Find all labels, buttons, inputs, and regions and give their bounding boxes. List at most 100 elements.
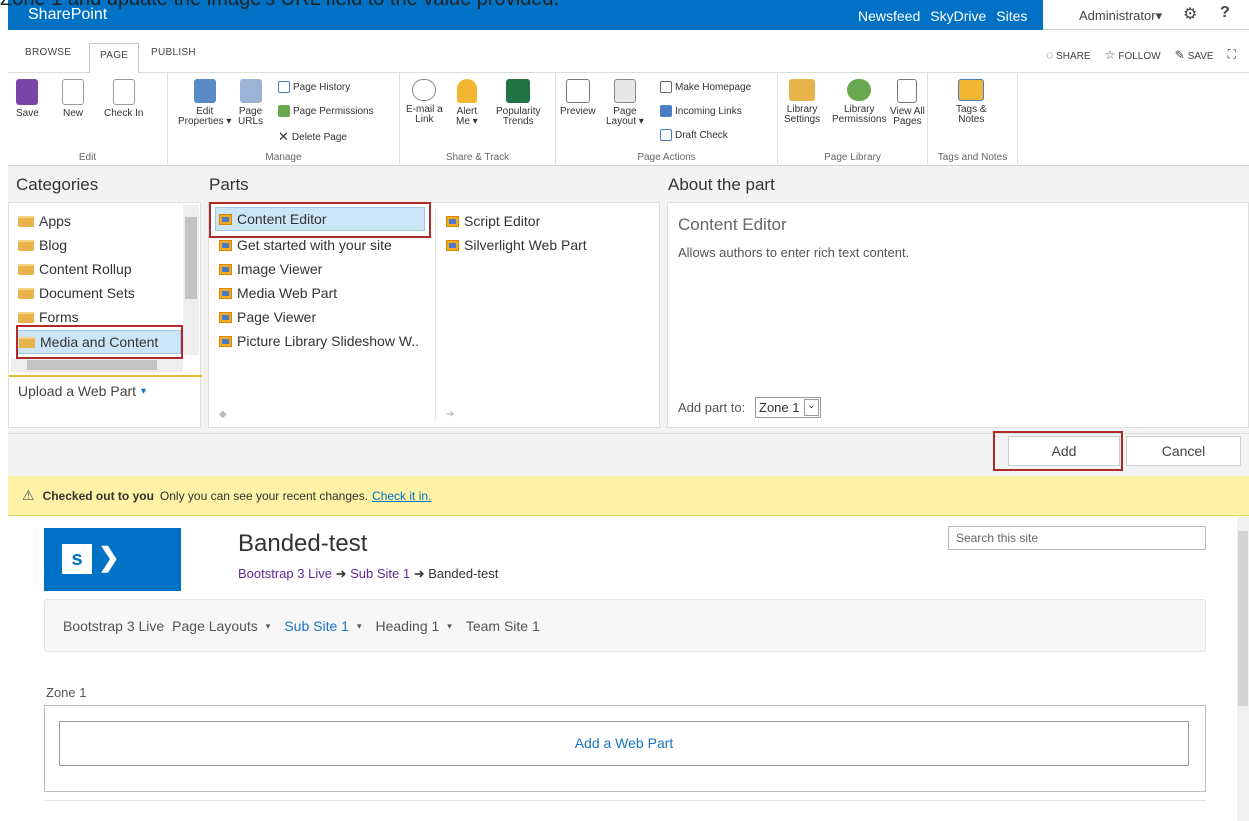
part-get-started[interactable]: Get started with your site [219,237,392,253]
page-permissions-button[interactable]: Page Permissions [278,105,374,117]
page-layout-button[interactable]: Page Layout ▾ [606,79,644,127]
category-apps[interactable]: Apps [18,213,71,229]
view-all-pages-button[interactable]: View All Pages [890,79,925,127]
edit-properties-label-2: Properties ▾ [178,116,232,127]
nav-item-page-layouts[interactable]: Page Layouts [172,618,258,634]
save-button[interactable]: Save [16,79,39,119]
page-history-button[interactable]: Page History [278,81,350,93]
people-icon [278,105,290,117]
upload-web-part-link[interactable]: Upload a Web Part ▾ [18,383,146,399]
folder-icon [18,239,34,251]
ribbon-group-page-library: Library Settings Library Permissions Vie… [778,73,928,166]
check-in-button[interactable]: Check In [104,79,143,119]
nav-item-bootstrap[interactable]: Bootstrap 3 Live [63,618,164,634]
tab-page[interactable]: PAGE [89,43,140,73]
properties-icon [193,79,216,103]
ribbon-tabs: BROWSE PAGE PUBLISH ◌ SHARE ☆ FOLLOW ✎ SAVE… [8,30,1249,73]
search-input[interactable]: Search this site [948,526,1206,550]
nav-item-sub-site[interactable]: Sub Site 1 [284,618,349,634]
nav-item-heading[interactable]: Heading 1 [375,618,439,634]
category-content-rollup[interactable]: Content Rollup [18,261,132,277]
part-image-viewer[interactable]: Image Viewer [219,261,322,277]
preview-icon [565,79,590,103]
category-media-and-content[interactable]: Media and Content [17,330,181,354]
parts-prev-arrow-icon[interactable]: ◆ [219,409,227,420]
suite-link-sites[interactable]: Sites [996,8,1028,24]
part-content-editor[interactable]: Content Editor [215,207,425,231]
part-picture-library-slideshow[interactable]: Picture Library Slideshow W.. [219,333,419,349]
check-in-icon [112,79,135,105]
add-button[interactable]: Add [1008,436,1120,466]
breadcrumb-link-bootstrap[interactable]: Bootstrap 3 Live [238,566,332,581]
category-forms[interactable]: Forms [18,309,79,325]
edit-properties-button[interactable]: Edit Properties ▾ [178,79,231,127]
upload-web-part-label: Upload a Web Part [18,383,137,399]
save-top-button[interactable]: ✎ SAVE [1175,48,1214,62]
about-panel: Content Editor Allows authors to enter r… [667,202,1249,428]
preview-button[interactable]: Preview [560,79,596,117]
follow-label: FOLLOW [1118,50,1161,62]
tab-publish[interactable]: PUBLISH [151,47,196,58]
page-urls-label-2: URLs [238,116,264,127]
delete-page-button[interactable]: ✕ Delete Page [278,129,347,145]
part-page-viewer[interactable]: Page Viewer [219,309,316,325]
scrollbar-thumb[interactable] [185,217,197,299]
chevron-down-icon[interactable]: ▾ [266,621,271,632]
zone-select[interactable]: Zone 1 ⌄ [755,397,821,418]
part-media-web-part[interactable]: Media Web Part [219,285,337,301]
library-permissions-label-2: Permissions [832,114,887,125]
library-settings-button[interactable]: Library Settings [784,79,820,125]
group-label-edit: Edit [78,152,97,163]
parts-next-arrow-icon[interactable]: ➔ [446,409,454,420]
zone-select-value: Zone 1 [759,400,800,415]
category-blog[interactable]: Blog [18,237,67,253]
save-icon [16,79,39,105]
page-urls-button[interactable]: Page URLs [238,79,263,127]
group-label-page-library: Page Library [824,152,881,163]
email-link-button[interactable]: E-mail a Link [406,79,443,125]
chevron-down-icon[interactable]: ▾ [447,621,452,632]
category-document-sets[interactable]: Document Sets [18,285,135,301]
group-label-tags-notes: Tags and Notes [937,152,1008,163]
suite-link-newsfeed[interactable]: Newsfeed [858,8,920,24]
part-script-editor[interactable]: Script Editor [446,213,540,229]
share-button[interactable]: ◌ SHARE [1046,48,1091,62]
magnifier-page-icon [897,79,918,103]
tab-browse[interactable]: BROWSE [25,47,71,58]
star-icon: ☆ [1104,47,1116,62]
nav-item-team-site[interactable]: Team Site 1 [466,618,540,634]
cancel-button[interactable]: Cancel [1126,436,1241,466]
site-title[interactable]: Banded-test [238,530,367,558]
breadcrumb-link-sub-site[interactable]: Sub Site 1 [350,566,410,581]
categories-scrollbar[interactable] [183,205,199,355]
folder-icon [18,215,34,227]
h-scrollbar-thumb[interactable] [27,360,157,370]
library-permissions-button[interactable]: Library Permissions [832,79,886,125]
categories-h-scrollbar[interactable] [11,358,183,372]
part-silverlight[interactable]: Silverlight Web Part [446,237,587,253]
web-part-icon [446,215,459,227]
tags-notes-button[interactable]: Tags & Notes [956,79,987,125]
add-web-part-button[interactable]: Add a Web Part [59,721,1189,766]
incoming-links-button[interactable]: Incoming Links [660,105,742,117]
page-scrollbar[interactable] [1237,517,1249,821]
user-menu[interactable]: Administrator▾ [1079,8,1162,24]
make-homepage-label: Make Homepage [675,81,752,93]
site-logo[interactable]: s ❯ [44,528,181,591]
new-button[interactable]: New [62,79,84,119]
follow-button[interactable]: ☆ FOLLOW [1105,48,1161,62]
suite-link-skydrive[interactable]: SkyDrive [930,8,986,24]
web-part-icon [219,287,232,299]
chevron-down-icon[interactable]: ▾ [357,621,362,632]
popularity-trends-button[interactable]: Popularity Trends [496,79,540,127]
focus-icon[interactable]: ⛶ [1228,47,1236,62]
draft-check-button[interactable]: Draft Check [660,129,728,141]
excel-icon [506,79,531,103]
make-homepage-button[interactable]: Make Homepage [660,81,751,93]
new-page-icon [62,79,84,105]
alert-me-button[interactable]: Alert Me ▾ [456,79,478,127]
page-scrollbar-thumb[interactable] [1238,531,1248,706]
check-in-link[interactable]: Check it in. [372,489,431,503]
email-link-label-2: Link [415,114,434,125]
page-layout-label-2: Layout ▾ [606,116,644,127]
